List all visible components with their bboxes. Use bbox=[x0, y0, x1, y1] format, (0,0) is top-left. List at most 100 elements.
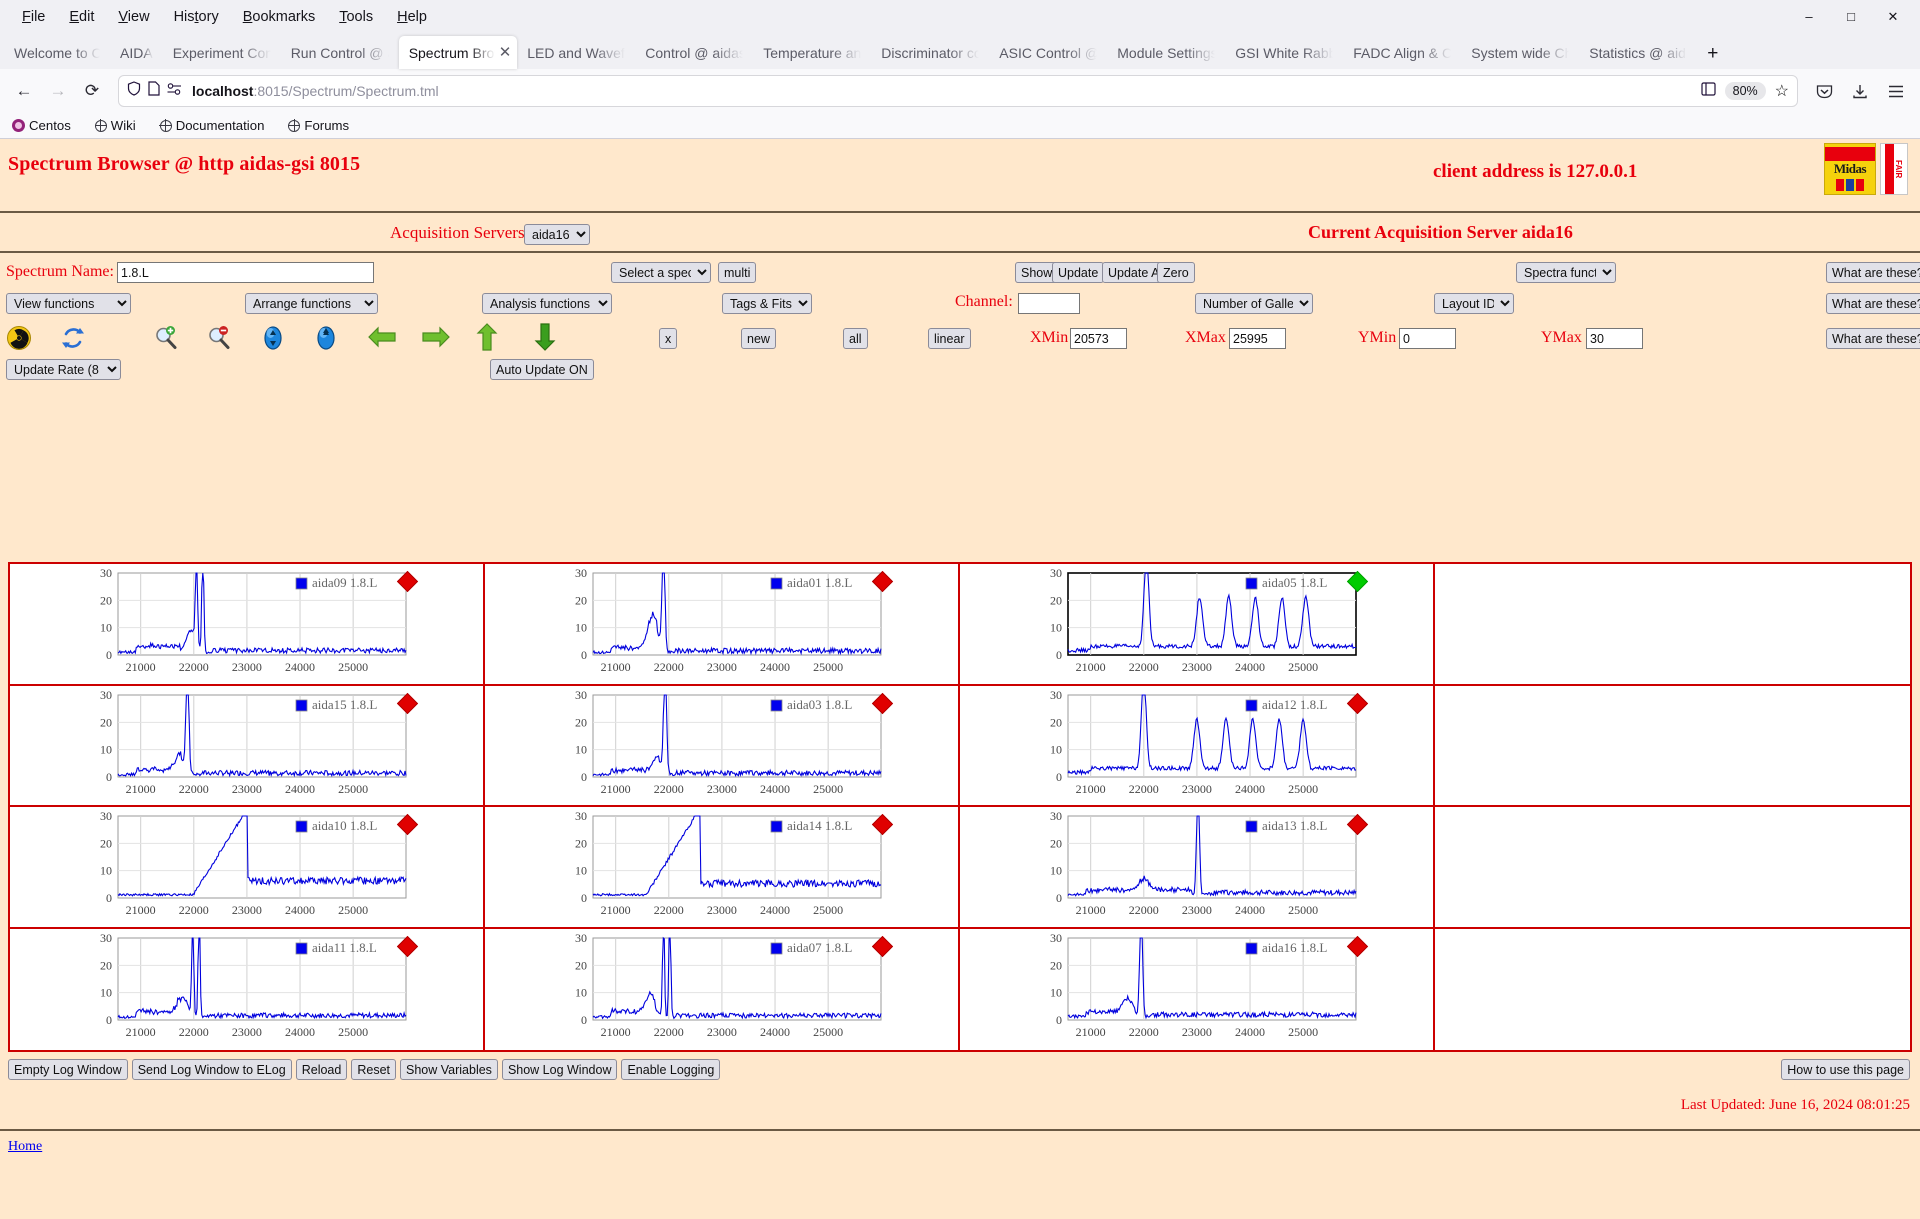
gallery-cell[interactable]: 21000220002300024000250000102030aida05 1… bbox=[960, 564, 1435, 686]
auto-update-button[interactable]: Auto Update ON bbox=[490, 359, 594, 380]
xmin-input[interactable] bbox=[1070, 328, 1127, 349]
browser-tab[interactable]: Control @ aidas bbox=[635, 36, 753, 69]
select-spectrum-dropdown[interactable]: Select a spectrum bbox=[611, 262, 711, 283]
gallery-cell[interactable]: 21000220002300024000250000102030aida15 1… bbox=[10, 686, 485, 808]
analysis-functions-dropdown[interactable]: Analysis functions bbox=[482, 293, 612, 314]
acquisition-server-select[interactable]: aida16 bbox=[524, 224, 590, 245]
zoom-level-badge[interactable]: 80% bbox=[1725, 82, 1766, 100]
gallery-cell[interactable]: 21000220002300024000250000102030aida13 1… bbox=[960, 807, 1435, 929]
what-are-these-button-2[interactable]: What are these? bbox=[1826, 293, 1920, 314]
zoom-in-icon[interactable] bbox=[153, 325, 179, 351]
what-are-these-button-3[interactable]: What are these? bbox=[1826, 328, 1920, 349]
show-log-window-button[interactable]: Show Log Window bbox=[502, 1059, 618, 1080]
gallery-cell[interactable]: 21000220002300024000250000102030aida10 1… bbox=[10, 807, 485, 929]
browser-tab[interactable]: LED and Wavefo bbox=[517, 36, 635, 69]
expand-vertical-icon[interactable] bbox=[260, 325, 286, 351]
linear-button[interactable]: linear bbox=[928, 328, 971, 349]
bookmark-star-icon[interactable]: ☆ bbox=[1775, 81, 1789, 101]
browser-tab[interactable]: AIDA bbox=[110, 36, 163, 69]
back-icon[interactable]: ← bbox=[8, 75, 40, 107]
gallery-cell-empty[interactable] bbox=[1435, 929, 1910, 1051]
menu-tools[interactable]: Tools bbox=[327, 6, 385, 28]
send-log-window-button[interactable]: Send Log Window to ELog bbox=[132, 1059, 292, 1080]
arrow-up-icon[interactable] bbox=[475, 323, 501, 349]
xmax-input[interactable] bbox=[1229, 328, 1286, 349]
gallery-cell-empty[interactable] bbox=[1435, 807, 1910, 929]
zoom-out-icon[interactable] bbox=[206, 325, 232, 351]
menu-edit[interactable]: Edit bbox=[57, 6, 106, 28]
browser-tab[interactable]: Discriminator co bbox=[871, 36, 989, 69]
browser-tab[interactable]: Welcome to Cen bbox=[4, 36, 110, 69]
how-to-use-button[interactable]: How to use this page bbox=[1781, 1059, 1910, 1080]
collapse-vertical-icon[interactable] bbox=[313, 325, 339, 351]
all-button[interactable]: all bbox=[843, 328, 868, 349]
gallery-cell[interactable]: 21000220002300024000250000102030aida16 1… bbox=[960, 929, 1435, 1051]
zero-button[interactable]: Zero bbox=[1157, 262, 1195, 283]
reset-button[interactable]: Reset bbox=[351, 1059, 396, 1080]
refresh-icon[interactable] bbox=[60, 325, 86, 351]
gallery-cell-empty[interactable] bbox=[1435, 686, 1910, 808]
browser-tab[interactable]: GSI White Rabb bbox=[1225, 36, 1343, 69]
forward-icon[interactable]: → bbox=[42, 75, 74, 107]
bookmark-item[interactable]: Documentation bbox=[156, 116, 269, 135]
spectra-functions-dropdown[interactable]: Spectra functions bbox=[1516, 262, 1616, 283]
new-tab-button[interactable]: + bbox=[1697, 43, 1728, 69]
update-rate-dropdown[interactable]: Update Rate (8 secs) bbox=[6, 359, 121, 380]
permissions-icon[interactable] bbox=[167, 82, 182, 100]
view-functions-dropdown[interactable]: View functions bbox=[6, 293, 131, 314]
enable-logging-button[interactable]: Enable Logging bbox=[621, 1059, 720, 1080]
channel-input[interactable] bbox=[1018, 293, 1080, 314]
gallery-cell[interactable]: 21000220002300024000250000102030aida11 1… bbox=[10, 929, 485, 1051]
spectrum-name-input[interactable] bbox=[117, 262, 374, 283]
browser-tab[interactable]: Statistics @ aida bbox=[1579, 36, 1697, 69]
browser-tab[interactable]: Module Settings bbox=[1107, 36, 1225, 69]
minimize-icon[interactable]: – bbox=[1788, 2, 1830, 32]
new-button[interactable]: new bbox=[741, 328, 776, 349]
browser-tab[interactable]: Run Control @ a bbox=[281, 36, 399, 69]
gallery-cell[interactable]: 21000220002300024000250000102030aida09 1… bbox=[10, 564, 485, 686]
layout-id-dropdown[interactable]: Layout ID=3 bbox=[1434, 293, 1514, 314]
show-variables-button[interactable]: Show Variables bbox=[400, 1059, 498, 1080]
gallery-cell[interactable]: 21000220002300024000250000102030aida07 1… bbox=[485, 929, 960, 1051]
close-icon[interactable]: ✕ bbox=[1872, 2, 1914, 32]
menu-history[interactable]: History bbox=[162, 6, 231, 28]
reload-icon[interactable]: ⟳ bbox=[76, 75, 108, 107]
gallery-cell[interactable]: 21000220002300024000250000102030aida03 1… bbox=[485, 686, 960, 808]
update-button[interactable]: Update bbox=[1052, 262, 1104, 283]
reader-mode-icon[interactable] bbox=[1701, 82, 1716, 101]
gallery-cell[interactable]: 21000220002300024000250000102030aida12 1… bbox=[960, 686, 1435, 808]
browser-tab[interactable]: ASIC Control @ bbox=[989, 36, 1107, 69]
ymin-input[interactable] bbox=[1399, 328, 1456, 349]
empty-log-window-button[interactable]: Empty Log Window bbox=[8, 1059, 128, 1080]
multi-button[interactable]: multi bbox=[718, 262, 756, 283]
arrange-functions-dropdown[interactable]: Arrange functions bbox=[245, 293, 378, 314]
tags-and-fits-dropdown[interactable]: Tags & Fits bbox=[722, 293, 812, 314]
reload-button[interactable]: Reload bbox=[296, 1059, 348, 1080]
radiation-icon[interactable] bbox=[6, 325, 32, 351]
browser-tab[interactable]: Experiment Con bbox=[163, 36, 281, 69]
pocket-icon[interactable] bbox=[1808, 75, 1840, 107]
home-link[interactable]: Home bbox=[8, 1139, 42, 1155]
x-button[interactable]: x bbox=[659, 328, 677, 349]
app-menu-icon[interactable] bbox=[1880, 75, 1912, 107]
gallery-cell[interactable]: 21000220002300024000250000102030aida14 1… bbox=[485, 807, 960, 929]
browser-tab[interactable]: FADC Align & C bbox=[1343, 36, 1461, 69]
browser-tab[interactable]: Temperature an bbox=[753, 36, 871, 69]
what-are-these-button-1[interactable]: What are these? bbox=[1826, 262, 1920, 283]
bookmark-item[interactable]: Forums bbox=[284, 116, 353, 135]
menu-help[interactable]: Help bbox=[385, 6, 439, 28]
menu-bookmarks[interactable]: Bookmarks bbox=[231, 6, 328, 28]
number-of-galleries-dropdown[interactable]: Number of Galleries bbox=[1195, 293, 1313, 314]
browser-tab[interactable]: System wide Ch bbox=[1461, 36, 1579, 69]
maximize-icon[interactable]: □ bbox=[1830, 2, 1872, 32]
url-bar[interactable]: localhost:8015/Spectrum/Spectrum.tml 80%… bbox=[118, 75, 1798, 107]
menu-view[interactable]: View bbox=[106, 6, 161, 28]
bookmark-item[interactable]: Centos bbox=[8, 116, 75, 135]
bookmark-item[interactable]: Wiki bbox=[91, 116, 140, 135]
arrow-down-icon[interactable] bbox=[533, 323, 559, 349]
browser-tab[interactable]: Spectrum Brow✕ bbox=[399, 36, 518, 69]
ymax-input[interactable] bbox=[1586, 328, 1643, 349]
arrow-right-icon[interactable] bbox=[422, 325, 448, 351]
gallery-cell[interactable]: 21000220002300024000250000102030aida01 1… bbox=[485, 564, 960, 686]
arrow-left-icon[interactable] bbox=[368, 325, 394, 351]
